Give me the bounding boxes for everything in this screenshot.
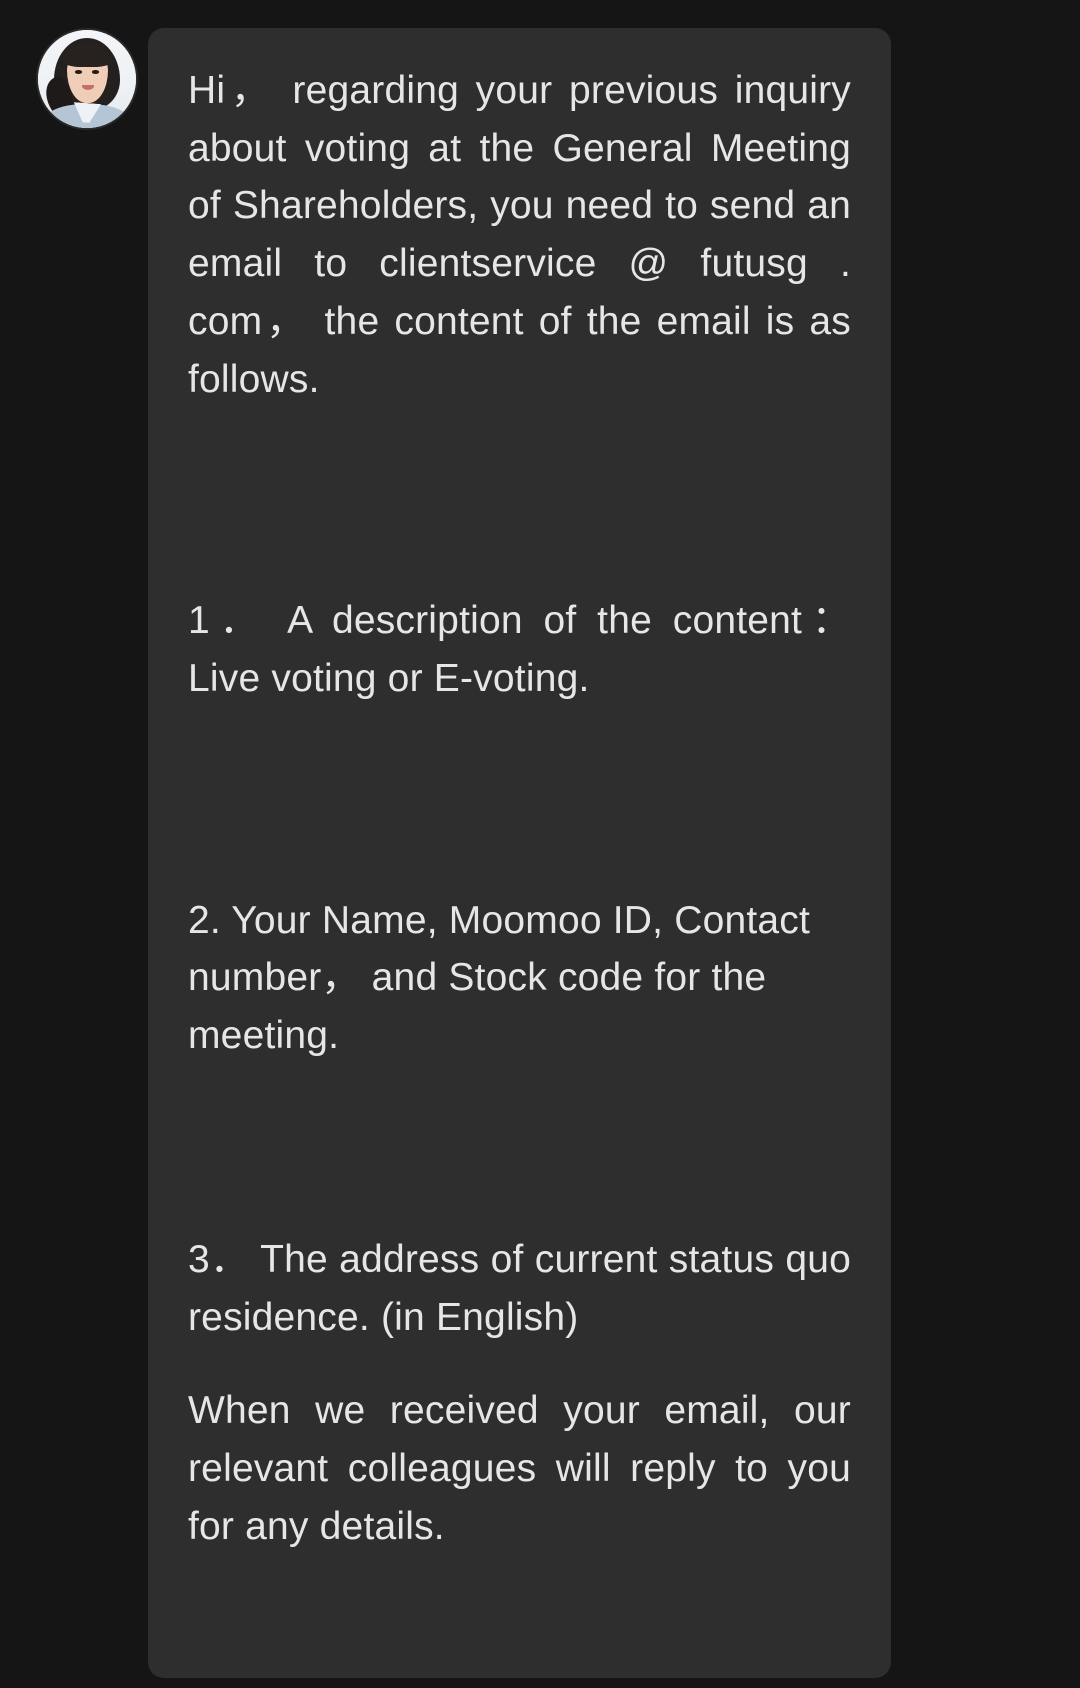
message-paragraph-closing: When we received your email, our relevan… [188,1389,851,1548]
avatar-eye-right [91,70,99,74]
message-paragraph-item-2: 2. Your Name, Moomoo ID, Contact number，… [188,898,811,1058]
message-paragraph-intro: Hi， regarding your previous inquiry abou… [188,69,851,401]
message-paragraph-item-3: 3． The address of current status quo res… [188,1237,851,1339]
chat-screen: Hi， regarding your previous inquiry abou… [0,0,1080,1688]
avatar[interactable] [38,30,136,128]
avatar-eye-left [75,70,83,74]
message-bubble[interactable]: Hi， regarding your previous inquiry abou… [148,28,891,1678]
message-paragraph-item-1: 1． A description of the content： Live vo… [188,599,851,701]
agent-photo-icon [38,30,136,128]
chat-message-row: Hi， regarding your previous inquiry abou… [0,0,1080,1678]
